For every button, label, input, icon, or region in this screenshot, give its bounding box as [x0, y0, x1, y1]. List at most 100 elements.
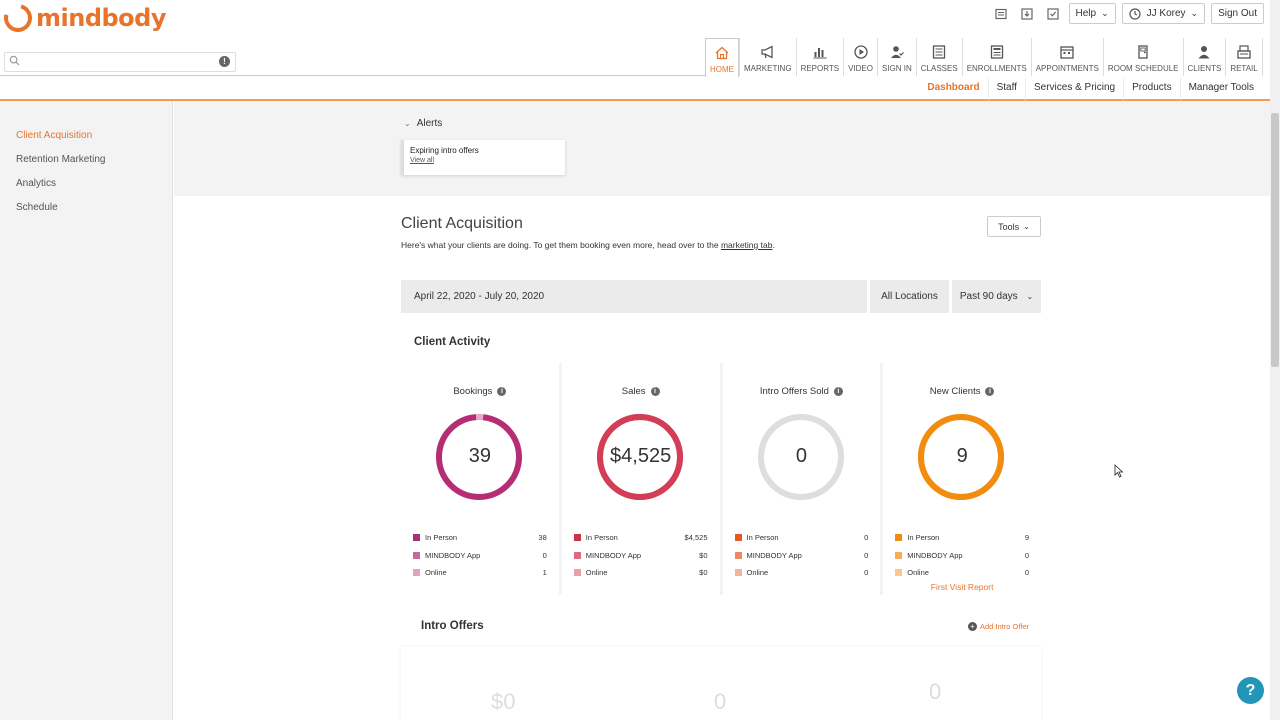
nav-classes[interactable]: CLASSES	[915, 38, 962, 76]
stat-title: Sales i	[562, 386, 720, 397]
stat-legend: In Person 0 MINDBODY App 0 Online 0	[734, 529, 869, 582]
stat-title-text: Intro Offers Sold	[759, 386, 829, 397]
sign-out-button[interactable]: Sign Out	[1211, 3, 1264, 24]
subnav-services-pricing[interactable]: Services & Pricing	[1024, 78, 1123, 100]
sidebar-item-analytics[interactable]: Analytics	[0, 177, 172, 201]
subtitle-end: .	[772, 240, 775, 250]
legend-label: Online	[907, 568, 929, 578]
nav-sign-in[interactable]: SIGN IN	[877, 38, 916, 76]
page-title: Client Acquisition	[401, 215, 523, 232]
legend-row: In Person 0	[734, 529, 869, 547]
view-all-link[interactable]: View all	[410, 157, 559, 164]
stat-title: New Clients i	[883, 386, 1041, 397]
download-icon[interactable]	[1017, 4, 1037, 24]
nav-label: CLASSES	[920, 64, 958, 73]
legend-swatch	[413, 534, 420, 542]
sidebar-item-retention-marketing[interactable]: Retention Marketing	[0, 153, 172, 177]
info-icon[interactable]: i	[497, 387, 507, 396]
stat-card-new-clients: New Clients i 9 In Person 9 MINDBODY App 0 Onli…	[883, 363, 1041, 595]
nav-enrollments[interactable]: ENROLLMENTS	[961, 38, 1031, 76]
scrollbar-thumb[interactable]	[1271, 113, 1279, 367]
info-icon[interactable]: i	[985, 387, 995, 396]
legend-row: MINDBODY App $0	[573, 547, 708, 565]
home-icon	[715, 46, 729, 60]
info-icon[interactable]: i	[650, 387, 660, 396]
brand-logo[interactable]: mindbody	[0, 0, 167, 38]
legend-value: $4,525	[684, 533, 708, 543]
user-name: JJ Korey	[1146, 8, 1186, 19]
subnav-dashboard[interactable]: Dashboard	[919, 78, 987, 100]
subnav-products[interactable]: Products	[1123, 78, 1179, 100]
legend-value: 0	[864, 533, 869, 543]
legend-value: 0	[1024, 550, 1029, 560]
nav-marketing[interactable]: MARKETING	[739, 38, 796, 76]
sidebar: Client Acquisition Retention Marketing Ana…	[0, 101, 173, 720]
notes-icon[interactable]	[991, 4, 1011, 24]
search-input[interactable]	[25, 54, 215, 70]
legend-row: MINDBODY App 0	[734, 547, 868, 565]
help-fab-button[interactable]: ?	[1237, 677, 1264, 704]
stat-legend: In Person 9 MINDBODY App 0 Online 0	[895, 529, 1029, 582]
first-visit-report-link[interactable]: First Visit Report	[883, 582, 1041, 592]
legend-value: 1	[542, 568, 547, 578]
legend-swatch	[573, 534, 581, 542]
add-intro-offer-button[interactable]: + Add Intro Offer	[968, 622, 1029, 631]
location-filter[interactable]: All Locations	[870, 280, 949, 313]
stat-title: Intro Offers Sold i	[723, 386, 881, 397]
subnav-manager-tools[interactable]: Manager Tools	[1179, 78, 1262, 100]
filter-bar: April 22, 2020 - July 20, 2020 All Locat…	[401, 280, 1041, 313]
stat-card-bookings: Bookings i 39 In Person 38 MINDBODY App 0 Onlin…	[401, 363, 559, 595]
legend-row: MINDBODY App 0	[413, 547, 547, 565]
legend-row: In Person $4,525	[573, 529, 708, 547]
legend-swatch	[573, 569, 581, 577]
nav-video[interactable]: VIDEO	[843, 38, 877, 76]
bar-chart-icon	[813, 48, 827, 59]
legend-swatch	[734, 569, 742, 577]
legend-value: $0	[699, 550, 708, 560]
chevron-down-icon: ⌄	[1026, 292, 1034, 301]
legend-value: $0	[699, 568, 708, 578]
clock-icon	[1129, 7, 1141, 20]
tools-dropdown[interactable]: Tools ⌄	[987, 216, 1041, 237]
period-dropdown[interactable]: Past 90 days ⌄	[952, 280, 1041, 313]
intro-offers-title: Intro Offers	[421, 620, 484, 632]
info-icon[interactable]: i	[833, 387, 843, 396]
alerts-toggle[interactable]: ⌄ Alerts	[404, 118, 442, 129]
nav-label: APPOINTMENTS	[1035, 64, 1099, 73]
nav-room-schedule[interactable]: ROOM SCHEDULE	[1102, 38, 1183, 76]
alert-title: Expiring intro offers	[410, 146, 479, 155]
add-intro-offer-label: Add Intro Offer	[980, 622, 1030, 631]
period-label: Past 90 days	[959, 291, 1018, 302]
vertical-scrollbar[interactable]	[1270, 101, 1280, 720]
header: mindbody ! Help ⌄ JJ Korey ⌄ Sign Out HO…	[0, 0, 1270, 101]
sidebar-item-client-acquisition[interactable]: Client Acquisition	[0, 129, 172, 153]
marketing-tab-link[interactable]: marketing tab	[721, 240, 773, 250]
nav-clients[interactable]: CLIENTS	[1182, 38, 1226, 76]
nav-reports[interactable]: REPORTS	[795, 38, 844, 76]
nav-label: ROOM SCHEDULE	[1107, 64, 1179, 73]
help-dropdown[interactable]: Help ⌄	[1068, 3, 1116, 24]
legend-value: 0	[542, 550, 547, 560]
intro-offer-stat: $0	[491, 689, 516, 714]
legend-swatch	[413, 551, 420, 559]
intro-offer-stat: 0	[714, 689, 727, 714]
nav-retail[interactable]: RETAIL	[1225, 38, 1263, 76]
checklist-icon[interactable]	[1043, 4, 1063, 24]
page-subtitle: Here's what your clients are doing. To g…	[401, 240, 775, 250]
date-range[interactable]: April 22, 2020 - July 20, 2020	[401, 280, 867, 313]
nav-label: HOME	[710, 65, 734, 74]
nav-home[interactable]: HOME	[705, 38, 739, 77]
legend-row: In Person 9	[895, 529, 1029, 547]
sidebar-item-schedule[interactable]: Schedule	[0, 201, 172, 225]
nav-appointments[interactable]: APPOINTMENTS	[1030, 38, 1103, 76]
nav-label: VIDEO	[848, 64, 873, 73]
stat-value: $4,525	[610, 445, 672, 467]
tools-label: Tools	[998, 221, 1020, 232]
register-icon	[1237, 45, 1251, 59]
subnav-staff[interactable]: Staff	[987, 78, 1025, 100]
legend-label: In Person	[425, 533, 458, 543]
search-info-icon[interactable]: !	[219, 56, 230, 67]
user-dropdown[interactable]: JJ Korey ⌄	[1121, 3, 1206, 24]
nav-divider	[0, 75, 705, 76]
mindbody-logo-icon	[0, 0, 38, 38]
